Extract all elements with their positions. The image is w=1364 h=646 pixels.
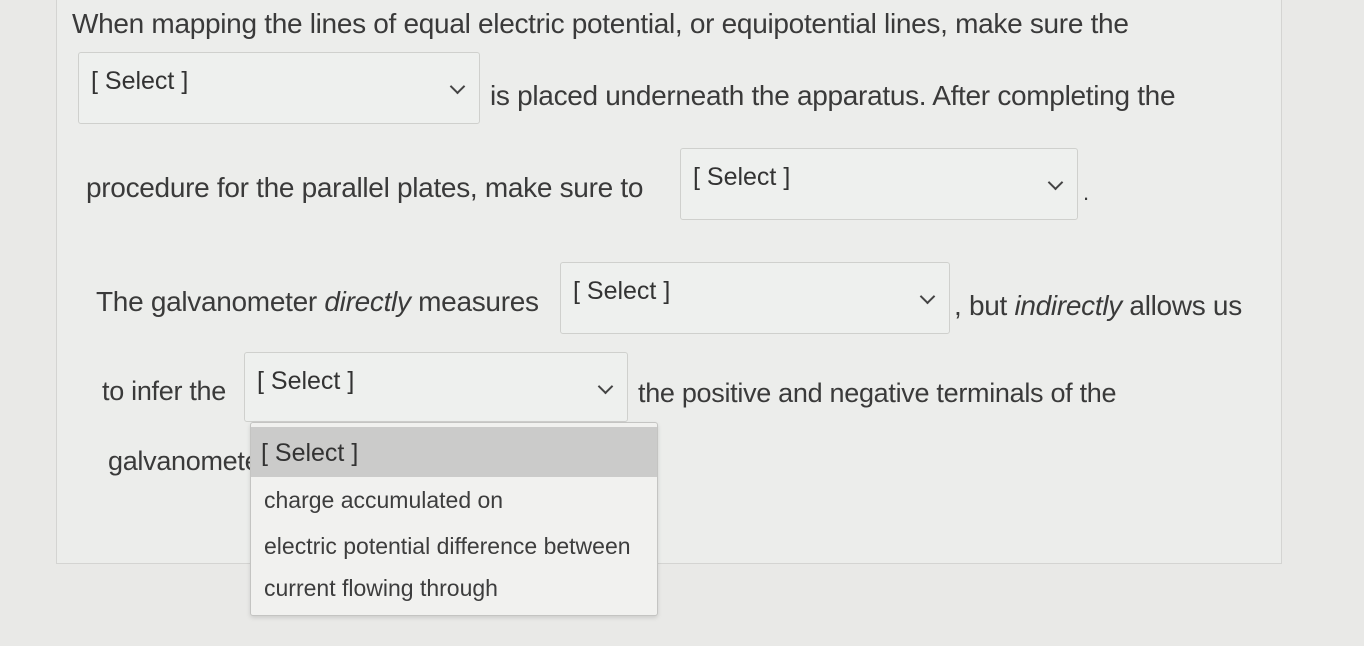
select-dropdown-4[interactable]: [ Select ] [244, 352, 628, 422]
question-text-line-4-end: , but indirectly allows us [954, 290, 1242, 322]
question-text-line-5-end: the positive and negative terminals of t… [638, 378, 1117, 408]
text-segment: measures [410, 286, 539, 317]
select-dropdown-1[interactable]: [ Select ] [78, 52, 480, 124]
select-value-2: [ Select ] [693, 163, 791, 191]
dropdown-option-charge[interactable]: charge accumulated on [251, 477, 657, 521]
question-text-line-2: is placed underneath the apparatus. Afte… [490, 80, 1176, 111]
text-segment: , but [954, 290, 1015, 321]
select-value-4: [ Select ] [257, 367, 355, 395]
dropdown-option-label: [ Select ] [261, 439, 359, 467]
question-text-line-1: When mapping the lines of equal electric… [72, 8, 1129, 39]
text-segment: The galvanometer [96, 286, 325, 317]
select-dropdown-3[interactable]: [ Select ] [560, 262, 950, 334]
emphasis-directly: directly [324, 286, 411, 317]
dropdown-option-label: charge accumulated on [264, 487, 504, 513]
text-segment: allows us [1121, 290, 1242, 321]
sentence-period: . [1083, 180, 1089, 205]
chevron-down-icon [1047, 174, 1064, 191]
emphasis-indirectly: indirectly [1014, 290, 1122, 321]
dropdown-option-label: electric potential difference between [264, 533, 631, 559]
dropdown-option-placeholder[interactable]: [ Select ] [251, 427, 657, 477]
dropdown-option-potential-difference[interactable]: electric potential difference between [251, 523, 657, 567]
select-value-3: [ Select ] [573, 277, 671, 305]
chevron-down-icon [449, 78, 466, 95]
dropdown-option-current[interactable]: current flowing through [251, 565, 657, 609]
question-text-line-5: to infer the [102, 376, 226, 406]
question-text-line-3: procedure for the parallel plates, make … [86, 172, 644, 203]
question-text-line-4: The galvanometer directly measures [96, 286, 539, 318]
question-text-line-6: galvanometer [108, 446, 250, 476]
select-dropdown-2[interactable]: [ Select ] [680, 148, 1078, 220]
dropdown-options-list: [ Select ] charge accumulated on electri… [250, 422, 658, 616]
select-value-1: [ Select ] [91, 67, 189, 95]
chevron-down-icon [919, 288, 936, 305]
chevron-down-icon [597, 378, 614, 395]
dropdown-option-label: current flowing through [264, 575, 498, 601]
